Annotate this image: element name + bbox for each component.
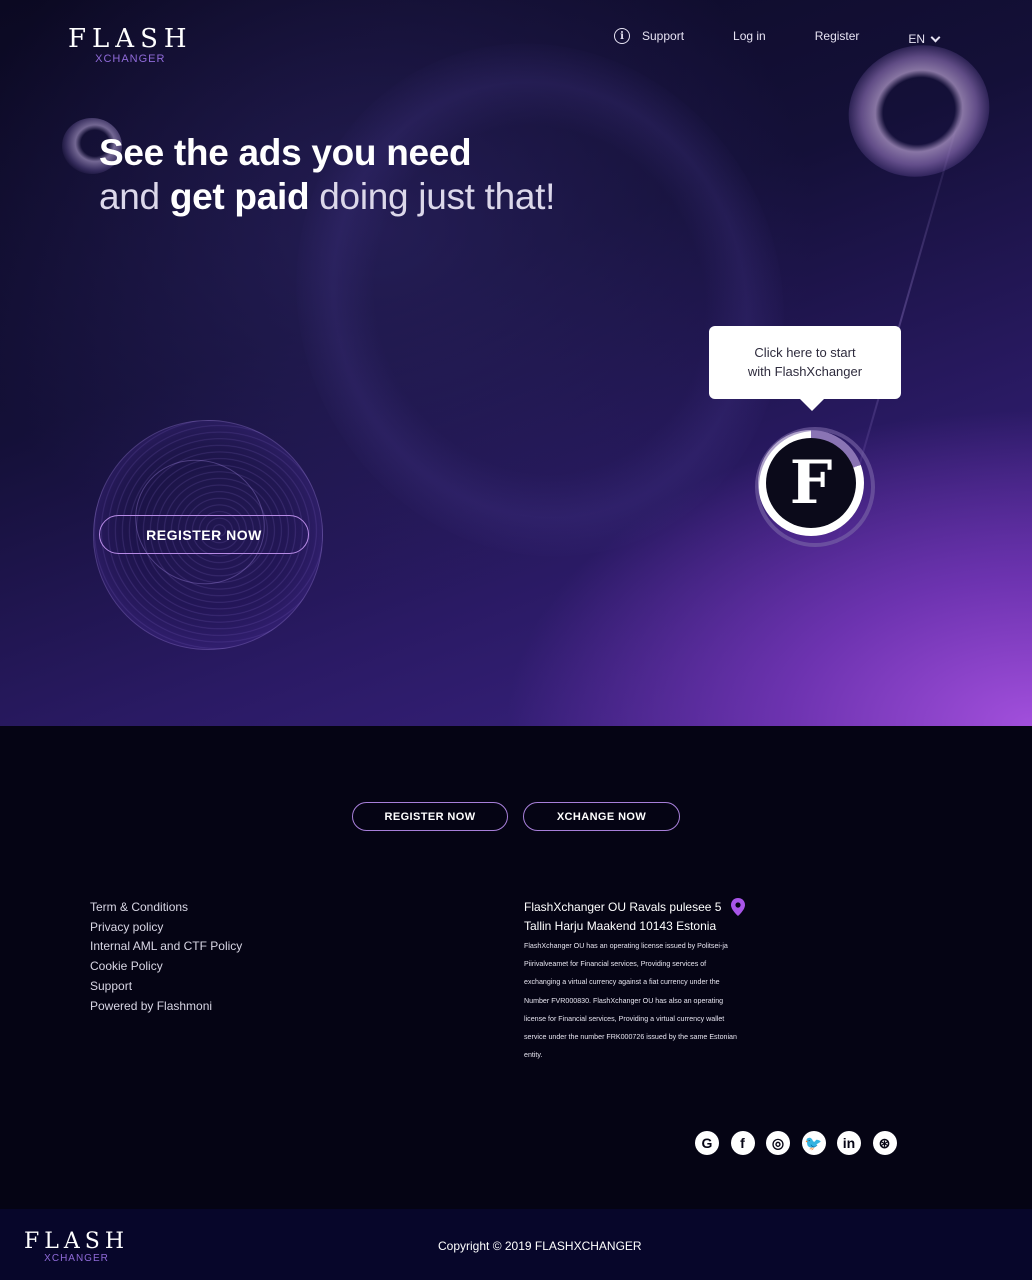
social-links: G f ◎ 🐦 in ⊛ — [695, 1131, 897, 1155]
badge-inner: F — [766, 438, 856, 528]
footer-link-terms[interactable]: Term & Conditions — [90, 898, 242, 918]
footer-link-powered-by[interactable]: Powered by Flashmoni — [90, 997, 242, 1017]
hero-section: FLASH XCHANGER i Support Log in Register… — [0, 0, 1032, 726]
chevron-down-icon — [930, 32, 941, 42]
footer-logo-tagline: XCHANGER — [44, 1253, 109, 1264]
footer-logo[interactable]: FLASH XCHANGER — [24, 1229, 129, 1264]
nav-register[interactable]: Register — [815, 29, 860, 43]
footer-link-support[interactable]: Support — [90, 977, 242, 997]
hero-headline: See the ads you need and get paid doing … — [99, 131, 555, 219]
copyright-text: Copyright © 2019 FLASHXCHANGER — [438, 1239, 642, 1253]
linkedin-icon[interactable]: in — [837, 1131, 861, 1155]
company-address: FlashXchanger OU Ravals pulesee 5 Tallin… — [524, 898, 742, 1064]
nav-login[interactable]: Log in — [733, 29, 766, 43]
language-selector[interactable]: EN — [908, 32, 941, 46]
nav-support-label: Support — [642, 29, 685, 43]
footer-link-cookie[interactable]: Cookie Policy — [90, 957, 242, 977]
info-icon: i — [614, 28, 630, 44]
footer-links: Term & Conditions Privacy policy Interna… — [90, 898, 242, 1016]
hero-register-button[interactable]: REGISTER NOW — [99, 515, 309, 554]
footer-link-aml[interactable]: Internal AML and CTF Policy — [90, 937, 242, 957]
headline-emphasis: get paid — [169, 176, 310, 217]
tooltip-line2: with FlashXchanger — [747, 364, 863, 379]
start-badge-button[interactable]: F — [758, 430, 864, 536]
twitter-icon[interactable]: 🐦 — [801, 1131, 826, 1155]
flash-logo-icon: F — [789, 448, 833, 518]
xchange-now-button[interactable]: XCHANGE NOW — [523, 802, 680, 831]
tooltip-line1: Click here to start — [754, 345, 856, 360]
facebook-icon[interactable]: f — [730, 1131, 755, 1155]
bottom-footer: FLASH XCHANGER Copyright © 2019 FLASHXCH… — [0, 1209, 1032, 1280]
start-tooltip: Click here to start with FlashXchanger — [709, 326, 901, 411]
license-description: FlashXchanger OU has an operating licens… — [524, 942, 737, 1060]
decorative-ring-top-right — [830, 25, 1008, 197]
address-line1: FlashXchanger OU Ravals pulesee 5 — [524, 900, 722, 914]
location-pin-icon[interactable] — [731, 898, 745, 916]
nav-support[interactable]: i Support — [614, 28, 684, 44]
header-logo[interactable]: FLASH XCHANGER — [68, 24, 193, 65]
register-now-button[interactable]: REGISTER NOW — [352, 802, 508, 831]
footer-link-privacy[interactable]: Privacy policy — [90, 918, 242, 938]
instagram-icon[interactable]: ◎ — [766, 1131, 790, 1155]
logo-tagline: XCHANGER — [95, 53, 166, 65]
headline-line1: See the ads you need — [99, 132, 472, 173]
dribbble-icon[interactable]: ⊛ — [872, 1131, 897, 1155]
logo-wordmark: FLASH — [68, 24, 193, 54]
address-line2: Tallin Harju Maakend 10143 Estonia — [524, 918, 717, 933]
top-nav: i Support Log in Register EN — [614, 26, 941, 46]
headline-line2: and get paid doing just that! — [99, 176, 556, 217]
footer-logo-wordmark: FLASH — [24, 1229, 130, 1254]
footer-content: REGISTER NOW XCHANGE NOW Term & Conditio… — [0, 726, 1032, 1209]
google-icon[interactable]: G — [695, 1131, 719, 1155]
language-label: EN — [908, 32, 926, 46]
